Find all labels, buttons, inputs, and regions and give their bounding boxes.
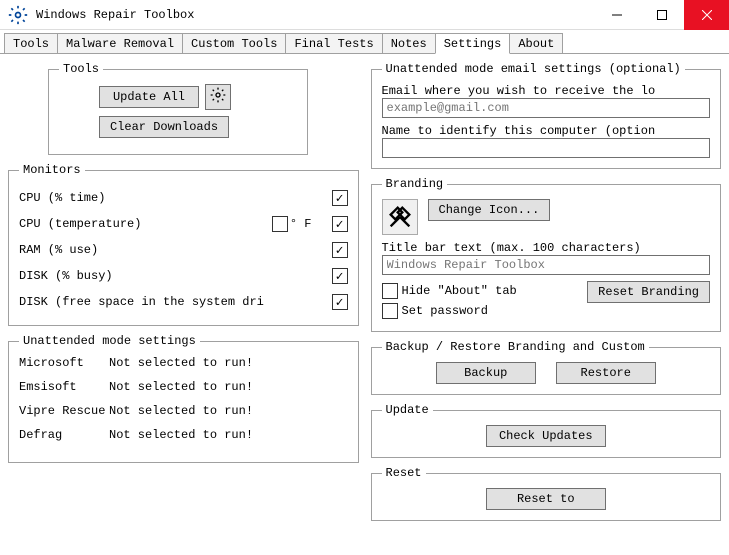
monitor-cpu-temp-label: CPU (temperature) xyxy=(19,217,272,231)
minimize-button[interactable] xyxy=(594,0,639,30)
update-all-button[interactable]: Update All xyxy=(99,86,199,108)
unattended-microsoft-status: Not selected to run! xyxy=(109,356,253,370)
email-group: Unattended mode email settings (optional… xyxy=(371,62,722,169)
change-icon-button[interactable]: Change Icon... xyxy=(428,199,551,221)
fahrenheit-label: ° F xyxy=(290,217,312,231)
tab-custom-tools[interactable]: Custom Tools xyxy=(182,33,286,54)
monitor-disk-busy-checkbox[interactable]: ✓ xyxy=(332,268,348,284)
unattended-microsoft-label: Microsoft xyxy=(19,356,109,370)
tools-group: Tools Update All Clear Downloads xyxy=(48,62,308,155)
hide-about-label: Hide "About" tab xyxy=(402,284,517,298)
tab-bar: Tools Malware Removal Custom Tools Final… xyxy=(0,30,729,54)
email-input[interactable] xyxy=(382,98,711,118)
unattended-legend: Unattended mode settings xyxy=(19,334,200,348)
tab-malware-removal[interactable]: Malware Removal xyxy=(57,33,183,54)
check-updates-button[interactable]: Check Updates xyxy=(486,425,606,447)
backup-legend: Backup / Restore Branding and Custom xyxy=(382,340,649,354)
backup-group: Backup / Restore Branding and Custom Bac… xyxy=(371,340,722,395)
tab-notes[interactable]: Notes xyxy=(382,33,436,54)
tab-about[interactable]: About xyxy=(509,33,563,54)
monitors-legend: Monitors xyxy=(19,163,85,177)
title-bar: Windows Repair Toolbox xyxy=(0,0,729,30)
unattended-defrag-label: Defrag xyxy=(19,428,109,442)
monitor-ram-checkbox[interactable]: ✓ xyxy=(332,242,348,258)
hide-about-checkbox[interactable] xyxy=(382,283,398,299)
titlebar-text-input[interactable] xyxy=(382,255,711,275)
restore-button[interactable]: Restore xyxy=(556,362,656,384)
monitor-cpu-time-checkbox[interactable]: ✓ xyxy=(332,190,348,206)
set-password-label: Set password xyxy=(402,304,488,318)
clear-downloads-button[interactable]: Clear Downloads xyxy=(99,116,229,138)
monitor-ram-label: RAM (% use) xyxy=(19,243,332,257)
backup-button[interactable]: Backup xyxy=(436,362,536,384)
tools-icon xyxy=(386,203,414,231)
gear-icon xyxy=(210,87,226,103)
monitor-cpu-time-label: CPU (% time) xyxy=(19,191,332,205)
update-legend: Update xyxy=(382,403,433,417)
maximize-button[interactable] xyxy=(639,0,684,30)
monitor-disk-busy-label: DISK (% busy) xyxy=(19,269,332,283)
left-column: Tools Update All Clear Downloads Monitor… xyxy=(8,62,359,547)
tab-final-tests[interactable]: Final Tests xyxy=(285,33,382,54)
monitor-disk-free-label: DISK (free space in the system dri xyxy=(19,295,332,309)
titlebar-text-label: Title bar text (max. 100 characters) xyxy=(382,241,711,255)
tab-tools[interactable]: Tools xyxy=(4,33,58,54)
unattended-vipre-status: Not selected to run! xyxy=(109,404,253,418)
right-column: Unattended mode email settings (optional… xyxy=(371,62,722,547)
window-title: Windows Repair Toolbox xyxy=(36,8,194,22)
update-settings-button[interactable] xyxy=(205,84,231,110)
brand-icon-preview xyxy=(382,199,418,235)
unattended-vipre-label: Vipre Rescue xyxy=(19,404,109,418)
reset-branding-button[interactable]: Reset Branding xyxy=(587,281,710,303)
unattended-emsisoft-label: Emsisoft xyxy=(19,380,109,394)
set-password-checkbox[interactable] xyxy=(382,303,398,319)
unattended-emsisoft-status: Not selected to run! xyxy=(109,380,253,394)
tools-legend: Tools xyxy=(59,62,103,76)
branding-legend: Branding xyxy=(382,177,448,191)
settings-pane: Tools Update All Clear Downloads Monitor… xyxy=(0,54,729,555)
computer-name-input[interactable] xyxy=(382,138,711,158)
unattended-defrag-status: Not selected to run! xyxy=(109,428,253,442)
monitors-group: Monitors CPU (% time) ✓ CPU (temperature… xyxy=(8,163,359,326)
monitor-cpu-temp-checkbox[interactable]: ✓ xyxy=(332,216,348,232)
reset-to-button[interactable]: Reset to xyxy=(486,488,606,510)
unattended-group: Unattended mode settings Microsoft Not s… xyxy=(8,334,359,463)
tab-settings[interactable]: Settings xyxy=(435,33,511,54)
app-icon xyxy=(8,5,28,25)
reset-legend: Reset xyxy=(382,466,426,480)
close-button[interactable] xyxy=(684,0,729,30)
email-legend: Unattended mode email settings (optional… xyxy=(382,62,685,76)
email-field-label: Email where you wish to receive the lo xyxy=(382,84,711,98)
fahrenheit-checkbox[interactable] xyxy=(272,216,288,232)
reset-group: Reset Reset to xyxy=(371,466,722,521)
branding-group: Branding Change Icon... Title bar text (… xyxy=(371,177,722,332)
monitor-disk-free-checkbox[interactable]: ✓ xyxy=(332,294,348,310)
update-group: Update Check Updates xyxy=(371,403,722,458)
computer-name-label: Name to identify this computer (option xyxy=(382,124,711,138)
